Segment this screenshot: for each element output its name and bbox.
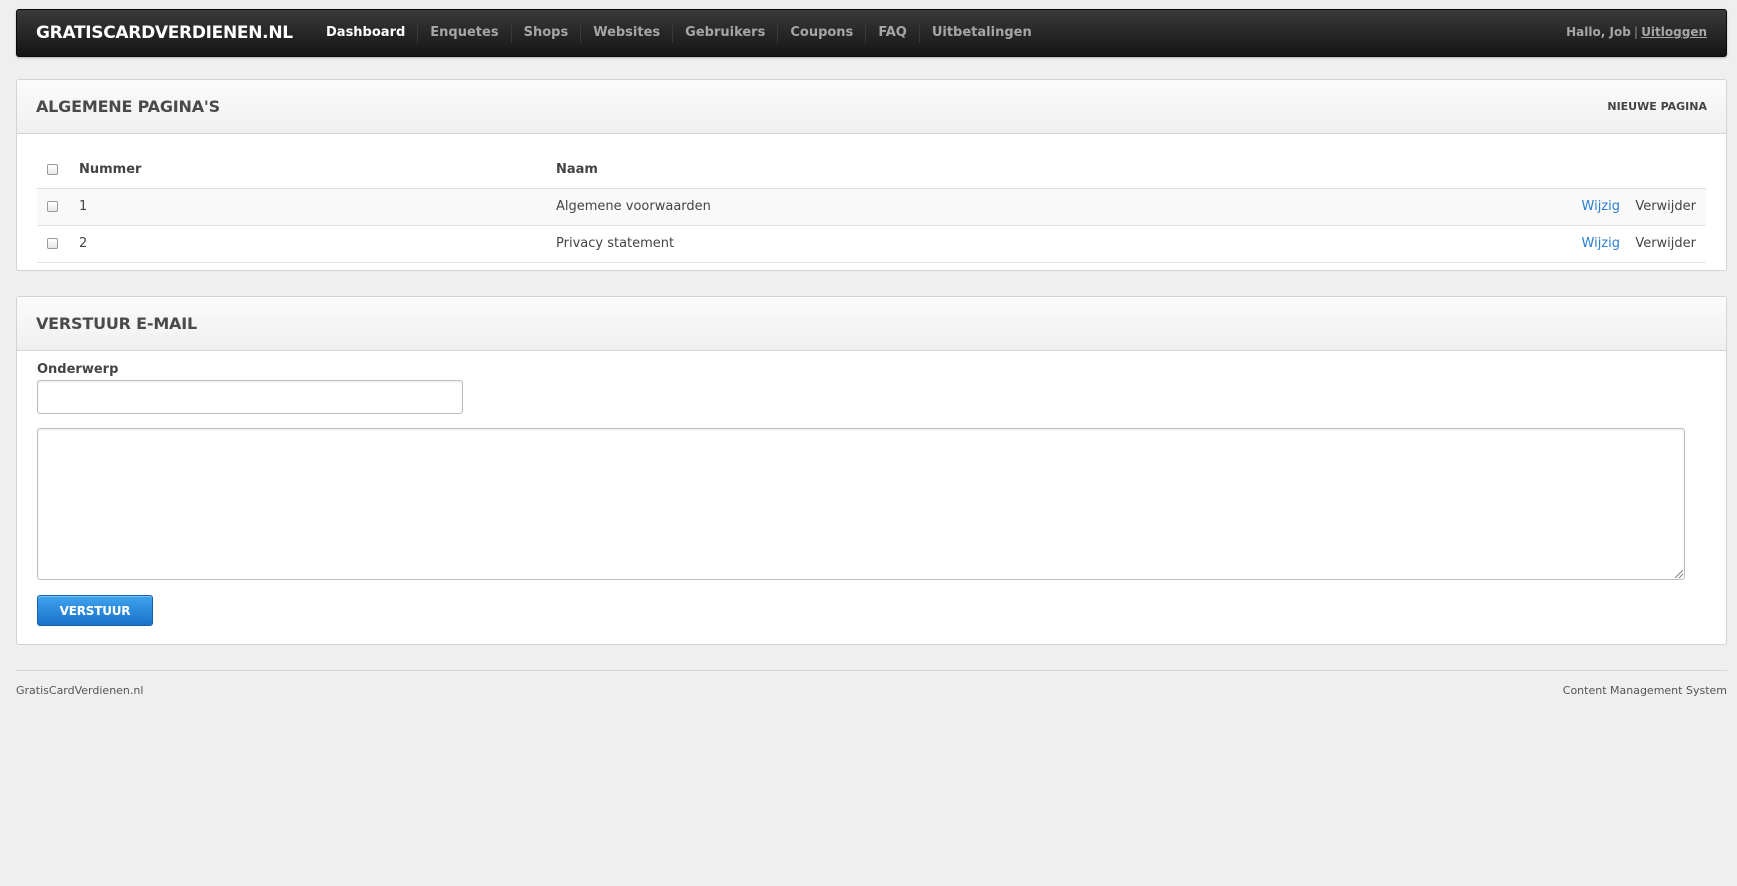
footer-divider	[16, 670, 1727, 671]
nav-coupons[interactable]: Coupons	[777, 23, 865, 43]
nav-faq[interactable]: FAQ	[865, 23, 919, 43]
footer-cms-label: Content Management System	[1562, 684, 1727, 697]
pages-table: Nummer Naam 1 Algemene voorwaarden Wijzi…	[37, 150, 1706, 263]
panel-title: VERSTUUR E-MAIL	[36, 314, 197, 333]
edit-link[interactable]: Wijzig	[1582, 236, 1620, 251]
panel-header: ALGEMENE PAGINA'S NIEUWE PAGINA	[17, 80, 1726, 134]
nav-shops[interactable]: Shops	[510, 23, 581, 43]
nav-gebruikers[interactable]: Gebruikers	[672, 23, 777, 43]
top-navigation-bar: GRATISCARDVERDIENEN.NL Dashboard Enquete…	[16, 9, 1727, 57]
row-name: Algemene voorwaarden	[556, 199, 711, 214]
panel-header: VERSTUUR E-MAIL	[17, 297, 1726, 351]
user-box: Hallo, Job | Uitloggen	[1566, 25, 1707, 39]
delete-link[interactable]: Verwijder	[1635, 199, 1696, 214]
brand-logo[interactable]: GRATISCARDVERDIENEN.NL	[36, 23, 293, 43]
send-email-panel: VERSTUUR E-MAIL Onderwerp VERSTUUR	[16, 296, 1727, 645]
delete-link[interactable]: Verwijder	[1635, 236, 1696, 251]
row-checkbox[interactable]	[47, 201, 58, 212]
nav-enquetes[interactable]: Enquetes	[417, 23, 510, 43]
send-button[interactable]: VERSTUUR	[37, 595, 153, 626]
column-header-number: Nummer	[79, 162, 142, 177]
row-name: Privacy statement	[556, 236, 675, 251]
select-all-checkbox[interactable]	[47, 164, 58, 175]
subject-input[interactable]	[37, 380, 463, 414]
table-row: 2 Privacy statement Wijzig Verwijder	[37, 226, 1706, 263]
table-header-row: Nummer Naam	[37, 150, 1706, 189]
new-page-button[interactable]: NIEUWE PAGINA	[1607, 100, 1707, 113]
logout-link[interactable]: Uitloggen	[1641, 25, 1707, 39]
user-separator: |	[1633, 25, 1639, 39]
edit-link[interactable]: Wijzig	[1582, 199, 1620, 214]
table-row: 1 Algemene voorwaarden Wijzig Verwijder	[37, 189, 1706, 226]
nav-dashboard[interactable]: Dashboard	[314, 23, 417, 43]
main-nav: Dashboard Enquetes Shops Websites Gebrui…	[314, 10, 1044, 56]
row-checkbox[interactable]	[47, 238, 58, 249]
column-header-name: Naam	[556, 162, 598, 177]
nav-websites[interactable]: Websites	[580, 23, 672, 43]
row-number: 1	[79, 199, 88, 214]
email-body-textarea[interactable]	[37, 428, 1685, 580]
subject-label: Onderwerp	[37, 362, 119, 377]
panel-title: ALGEMENE PAGINA'S	[36, 97, 220, 116]
footer-site-name: GratisCardVerdienen.nl	[16, 684, 144, 697]
user-greeting: Hallo, Job	[1566, 25, 1631, 39]
row-number: 2	[79, 236, 88, 251]
resize-grip-icon[interactable]	[1675, 570, 1683, 578]
general-pages-panel: ALGEMENE PAGINA'S NIEUWE PAGINA Nummer N…	[16, 79, 1727, 271]
nav-uitbetalingen[interactable]: Uitbetalingen	[918, 23, 1044, 43]
